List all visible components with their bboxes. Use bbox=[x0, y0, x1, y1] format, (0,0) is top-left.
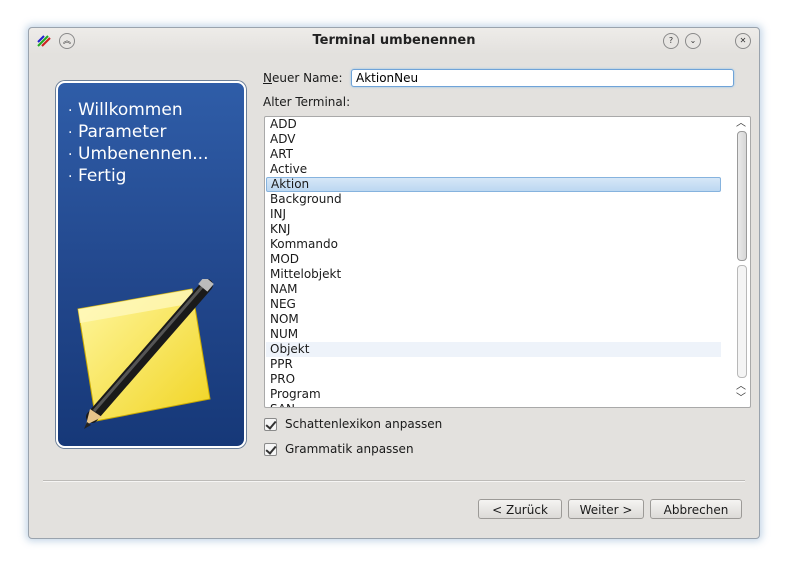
list-item[interactable]: SAN bbox=[266, 402, 721, 407]
shadow-lexicon-checkbox[interactable]: Schattenlexikon anpassen bbox=[264, 416, 442, 432]
title-bar: ︽ Terminal umbenennen ? ⌄ ✕ bbox=[29, 28, 759, 54]
new-name-label: Neuer Name: bbox=[263, 71, 343, 85]
list-item[interactable]: Kommando bbox=[266, 237, 721, 252]
list-item[interactable]: Active bbox=[266, 162, 721, 177]
close-icon[interactable]: ✕ bbox=[735, 33, 751, 49]
list-item[interactable]: KNJ bbox=[266, 222, 721, 237]
list-item[interactable]: NOM bbox=[266, 312, 721, 327]
scrollbar-thumb[interactable] bbox=[737, 131, 747, 261]
step-parameters: · Parameter bbox=[68, 122, 167, 142]
dialog-window: ︽ Terminal umbenennen ? ⌄ ✕ · Willkommen … bbox=[28, 27, 760, 539]
minimize-icon[interactable]: ⌄ bbox=[685, 33, 701, 49]
grammar-checkbox[interactable]: Grammatik anpassen bbox=[264, 441, 414, 457]
list-item[interactable]: Background bbox=[266, 192, 721, 207]
scrollbar[interactable] bbox=[737, 131, 747, 378]
list-item[interactable]: Objekt bbox=[266, 342, 721, 357]
list-item[interactable]: PPR bbox=[266, 357, 721, 372]
scroll-down-icon[interactable]: ﹀ bbox=[734, 393, 748, 405]
terminal-list-items: ADD ADV ART Active Aktion Background INJ KNJ Kom… bbox=[266, 117, 721, 407]
list-item[interactable]: NAM bbox=[266, 282, 721, 297]
divider bbox=[43, 480, 745, 482]
scroll-up-small-icon[interactable]: ︿ bbox=[734, 381, 748, 393]
wizard-steps: · Willkommen · Parameter · Umbenennen... · F… bbox=[68, 99, 208, 187]
scrollbar-rail[interactable] bbox=[737, 265, 747, 378]
help-icon[interactable]: ? bbox=[663, 33, 679, 49]
list-item[interactable]: Program bbox=[266, 387, 721, 402]
grammar-label: Grammatik anpassen bbox=[285, 442, 414, 456]
step-rename: · Umbenennen... bbox=[68, 144, 209, 164]
checkbox-checked-icon[interactable] bbox=[264, 417, 277, 431]
list-item[interactable]: ADV bbox=[266, 132, 721, 147]
sticky-note-pencil-icon bbox=[77, 279, 214, 429]
list-item[interactable]: MOD bbox=[266, 252, 721, 267]
step-welcome: · Willkommen bbox=[68, 100, 183, 120]
list-item[interactable]: Aktion bbox=[266, 177, 721, 192]
list-item[interactable]: INJ bbox=[266, 207, 721, 222]
window-title: Terminal umbenennen bbox=[312, 33, 476, 48]
terminal-list[interactable]: ADD ADV ART Active Aktion Background INJ KNJ Kom… bbox=[264, 116, 751, 408]
old-terminal-label: Alter Terminal: bbox=[263, 95, 351, 109]
checkbox-checked-icon[interactable] bbox=[264, 442, 277, 456]
new-name-input[interactable] bbox=[351, 69, 734, 87]
list-item[interactable]: ADD bbox=[266, 117, 721, 132]
cancel-button[interactable]: Abbrechen bbox=[650, 499, 742, 519]
list-item[interactable]: NUM bbox=[266, 327, 721, 342]
list-item[interactable]: NEG bbox=[266, 297, 721, 312]
list-item[interactable]: Mittelobjekt bbox=[266, 267, 721, 282]
scroll-up-icon[interactable]: ︿ bbox=[734, 118, 748, 130]
back-button[interactable]: < Zurück bbox=[478, 499, 562, 519]
list-item[interactable]: ART bbox=[266, 147, 721, 162]
next-button[interactable]: Weiter > bbox=[568, 499, 644, 519]
list-item[interactable]: PRO bbox=[266, 372, 721, 387]
step-finish: · Fertig bbox=[68, 166, 127, 186]
shadow-lexicon-label: Schattenlexikon anpassen bbox=[285, 417, 443, 431]
wizard-sidebar: · Willkommen · Parameter · Umbenennen... · F… bbox=[56, 81, 246, 448]
